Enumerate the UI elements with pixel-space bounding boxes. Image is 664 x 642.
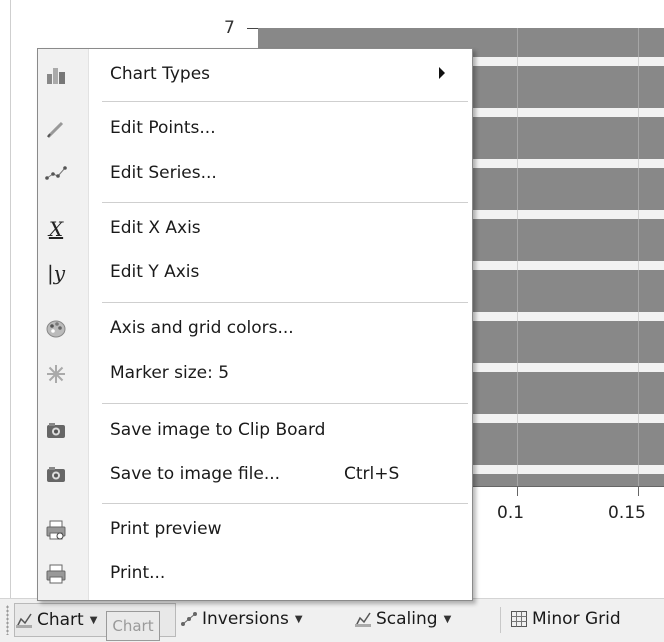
minor-grid-button-label: Minor Grid (532, 609, 621, 629)
minor-grid-button[interactable]: Minor Grid (510, 603, 621, 635)
pencil-icon (44, 117, 68, 141)
y-axis-icon: |y (46, 261, 66, 285)
menu-item-label: Print... (110, 563, 166, 583)
x-tick-mark (517, 486, 518, 496)
menu-item-label: Edit Y Axis (110, 262, 200, 282)
menu-separator (102, 503, 468, 504)
scaling-dropdown-button[interactable]: Scaling ▼ (354, 603, 451, 635)
menu-item-edit-series[interactable]: Edit Series... (38, 156, 472, 192)
menu-item-print-preview[interactable]: Print preview (38, 512, 472, 548)
menu-item-axis-grid-colors[interactable]: Axis and grid colors... (38, 311, 472, 347)
menu-item-print[interactable]: Print... (38, 556, 472, 592)
series-icon (44, 162, 68, 186)
x-tick-mark (638, 486, 639, 496)
inversions-icon (180, 610, 198, 628)
inversions-button-label: Inversions (202, 609, 289, 629)
grid-line (638, 28, 639, 486)
menu-item-edit-points[interactable]: Edit Points... (38, 111, 472, 147)
chevron-down-icon: ▼ (89, 614, 98, 626)
menu-item-save-clipboard[interactable]: Save image to Clip Board (38, 413, 472, 449)
toolbar-separator (500, 607, 501, 633)
inversions-dropdown-button[interactable]: Inversions ▼ (180, 603, 303, 635)
camera-icon (44, 419, 68, 443)
palette-icon (44, 317, 68, 341)
scaling-button-label: Scaling (376, 609, 438, 629)
grid-line (517, 28, 518, 486)
camera-icon (44, 463, 68, 487)
bottom-toolbar: Chart ▼ Inversions ▼ Scaling ▼ Minor Gri… (0, 598, 664, 642)
toolbar-grip[interactable] (6, 605, 9, 635)
menu-item-chart-types[interactable]: Chart Types (38, 57, 472, 93)
chevron-down-icon: ▼ (294, 613, 303, 625)
menu-item-edit-x-axis[interactable]: X Edit X Axis (38, 211, 472, 247)
chart-button-label: Chart (37, 610, 84, 630)
menu-item-label: Print preview (110, 519, 222, 539)
menu-item-label: Edit Series... (110, 163, 217, 183)
menu-separator (102, 302, 468, 303)
chevron-down-icon: ▼ (443, 613, 452, 625)
menu-item-marker-size[interactable]: Marker size: 5 (38, 356, 472, 392)
scaling-icon (354, 610, 372, 628)
menu-item-label: Save image to Clip Board (110, 420, 326, 440)
chart-context-menu: Chart Types Edit Points... Edit Series..… (37, 48, 473, 601)
menu-separator (102, 403, 468, 404)
menu-item-label: Edit Points... (110, 118, 216, 138)
menu-item-edit-y-axis[interactable]: |y Edit Y Axis (38, 255, 472, 291)
left-divider (10, 0, 11, 598)
submenu-arrow-icon (439, 67, 445, 79)
menu-item-label: Save to image file... (110, 464, 281, 484)
menu-item-label: Marker size: 5 (110, 363, 230, 383)
menu-item-label: Edit X Axis (110, 218, 201, 238)
print-preview-icon (44, 518, 68, 542)
marker-icon (44, 362, 68, 386)
chart-tooltip: Chart (106, 611, 160, 641)
x-tick-label: 0.15 (608, 503, 646, 523)
grid-icon (510, 610, 528, 628)
printer-icon (44, 562, 68, 586)
x-axis-icon: X (48, 217, 64, 241)
menu-item-label: Axis and grid colors... (110, 318, 294, 338)
x-tick-label: 0.1 (497, 503, 525, 523)
menu-item-save-image-file[interactable]: Save to image file... Ctrl+S (38, 457, 472, 493)
shortcut-label: Ctrl+S (344, 464, 400, 484)
chart-icon (15, 611, 33, 629)
menu-item-label: Chart Types (110, 64, 211, 84)
y-tick-label: 7 (224, 18, 235, 38)
menu-separator (102, 101, 468, 102)
menu-separator (102, 202, 468, 203)
chart-types-icon (44, 63, 68, 87)
